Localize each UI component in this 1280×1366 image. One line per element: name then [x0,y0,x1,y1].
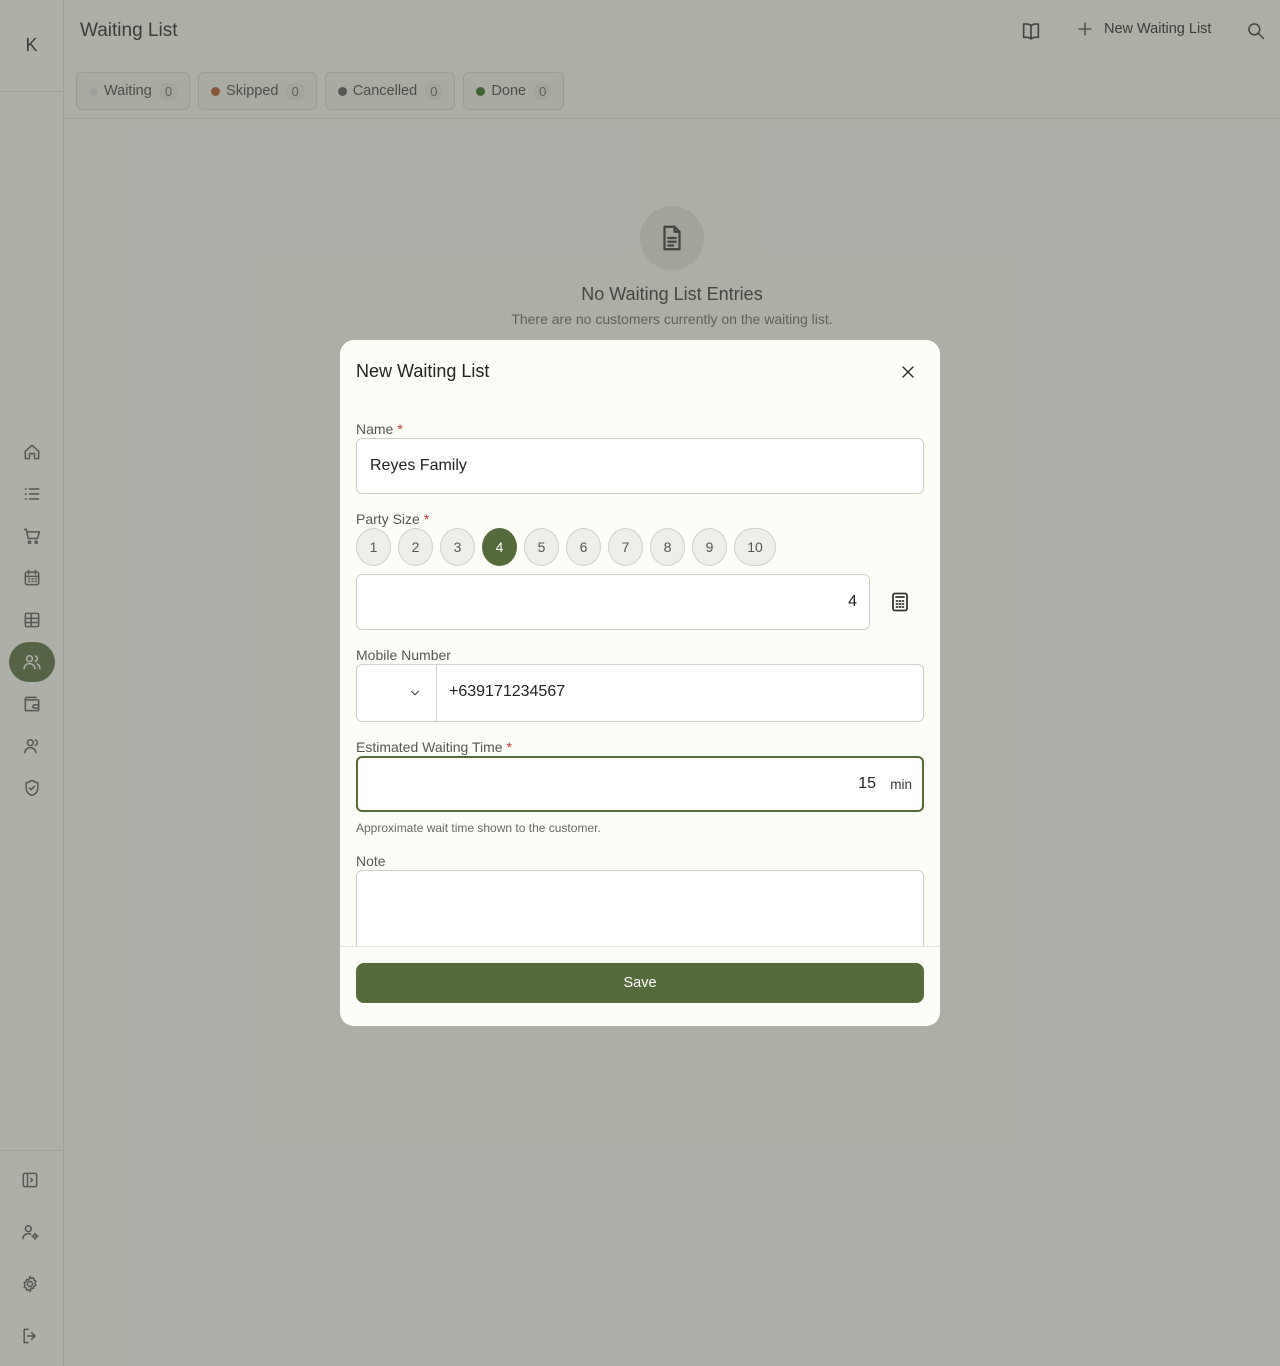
party-size-option[interactable]: 8 [650,528,685,566]
name-label: Name * [356,421,403,437]
chevron-down-icon [410,690,420,696]
waiting-time-hint: Approximate wait time shown to the custo… [356,821,601,835]
dialog-footer: Save [340,946,940,1026]
mobile-number-label: Mobile Number [356,647,451,663]
waiting-time-value: 15 [858,775,876,792]
close-icon[interactable] [898,362,918,382]
party-size-option[interactable]: 7 [608,528,643,566]
required-mark: * [423,511,430,527]
waiting-time-label-text: Estimated Waiting Time [356,739,503,755]
party-size-option[interactable]: 1 [356,528,391,566]
name-label-text: Name [356,421,394,437]
party-size-label: Party Size * [356,511,429,527]
party-size-option-selected[interactable]: 4 [482,528,517,566]
party-size-options: 1 2 3 4 5 6 7 8 9 10 [356,528,776,566]
new-waiting-list-dialog: New Waiting List Name * Reyes Family Part… [340,340,940,1026]
dialog-title: New Waiting List [356,361,490,381]
name-value: Reyes Family [370,457,467,474]
country-code-select[interactable] [357,665,437,721]
party-size-option[interactable]: 5 [524,528,559,566]
party-size-option[interactable]: 9 [692,528,727,566]
party-size-value: 4 [848,593,857,610]
mobile-number-input[interactable]: +639171234567 [449,683,565,701]
party-size-option[interactable]: 2 [398,528,433,566]
name-input[interactable]: Reyes Family [356,438,924,494]
party-size-option[interactable]: 10 [734,528,776,566]
waiting-time-label: Estimated Waiting Time * [356,739,512,755]
waiting-time-input[interactable]: 15 min [356,756,924,812]
party-size-label-text: Party Size [356,511,420,527]
party-size-input[interactable]: 4 [356,574,870,630]
party-size-option[interactable]: 6 [566,528,601,566]
mobile-number-field: +639171234567 [356,664,924,722]
waiting-time-unit: min [890,777,912,792]
required-mark: * [506,739,512,755]
save-button[interactable]: Save [356,963,924,1003]
party-size-option[interactable]: 3 [440,528,475,566]
calculator-icon[interactable] [891,592,909,612]
required-mark: * [397,421,403,437]
note-label: Note [356,853,386,869]
